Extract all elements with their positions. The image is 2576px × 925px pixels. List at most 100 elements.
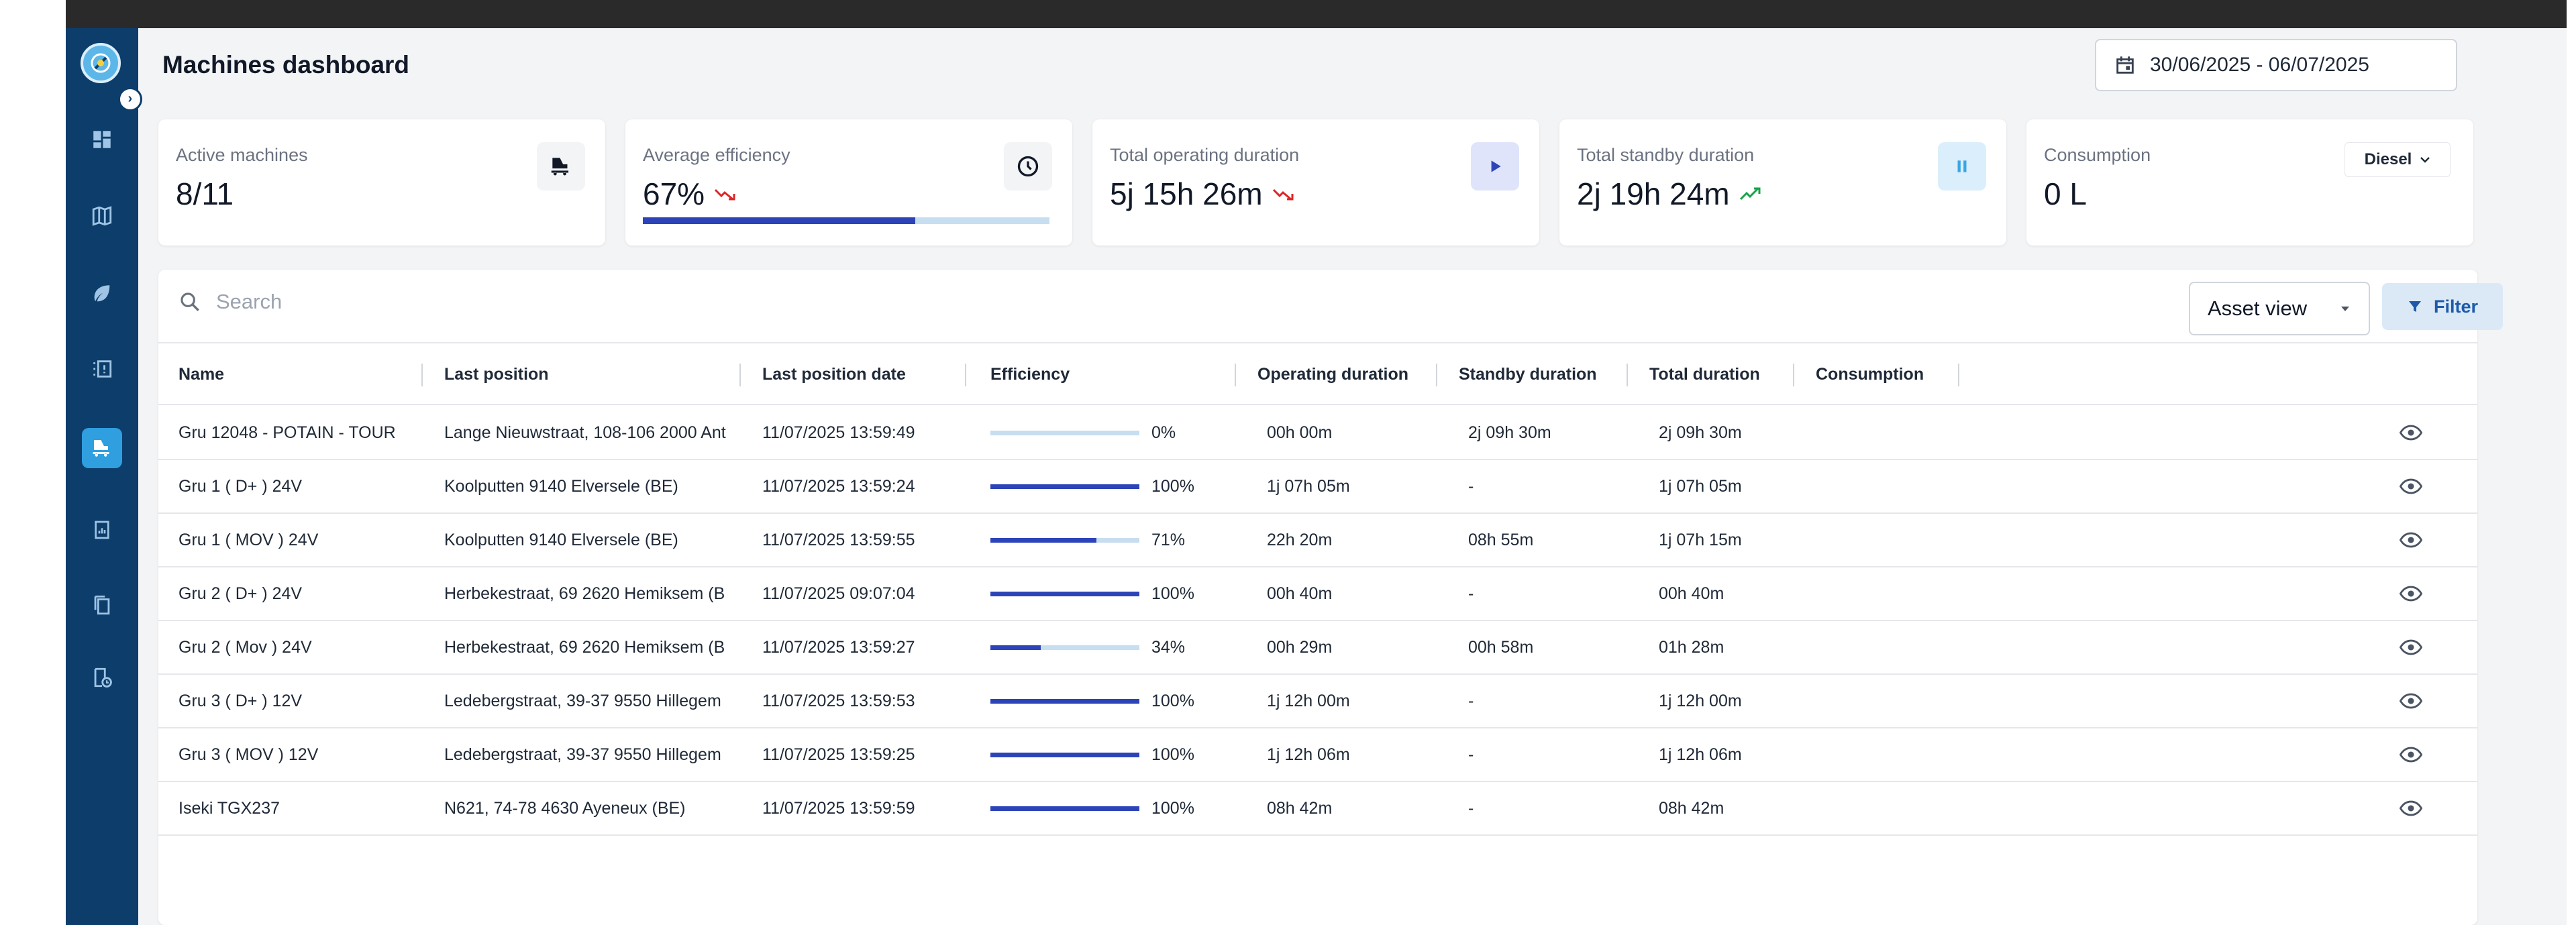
alerts-list-icon [93,360,112,378]
table-row[interactable]: Gru 1 ( MOV ) 24V Koolputten 9140 Elverse… [158,514,2477,567]
cell-operating-duration: 1j 12h 00m [1267,692,1350,710]
view-details-eye-icon[interactable] [2400,424,2422,441]
cell-last-position-date: 11/07/2025 09:07:04 [762,584,915,603]
column-header-last-position-date[interactable]: Last position date [762,343,906,405]
view-details-eye-icon[interactable] [2400,585,2422,602]
column-header-operating-duration[interactable]: Operating duration [1257,343,1408,405]
cell-standby-duration: - [1468,584,1474,603]
cell-last-position-date: 11/07/2025 13:59:55 [762,531,915,549]
cell-name: Gru 2 ( Mov ) 24V [178,638,312,657]
sidebar-item-dashboard[interactable] [82,119,122,160]
cell-standby-duration: - [1468,745,1474,764]
view-details-eye-icon[interactable] [2400,692,2422,710]
kpi-value-row: 0 L [2044,176,2087,212]
cell-name: Gru 1 ( MOV ) 24V [178,531,319,549]
efficiency-bar [990,645,1139,650]
column-header-consumption[interactable]: Consumption [1816,343,1924,405]
sidebar-item-eco[interactable] [82,274,122,314]
column-divider [1436,364,1437,386]
cell-operating-duration: 00h 00m [1267,423,1333,442]
cell-last-position: Herbekestraat, 69 2620 Hemiksem (BI [444,638,726,657]
filter-button[interactable]: Filter [2382,283,2503,330]
column-header-standby-duration[interactable]: Standby duration [1459,343,1597,405]
view-details-eye-icon[interactable] [2400,639,2422,656]
app-logo[interactable] [81,43,121,83]
documents-icon [94,595,110,615]
leaf-icon [94,285,110,302]
cell-efficiency: 100% [1151,477,1194,496]
column-divider [1958,364,1959,386]
filter-label: Filter [2433,296,2478,317]
table-row[interactable]: Gru 3 ( MOV ) 12V Ledebergstraat, 39-37 9… [158,728,2477,782]
date-range-value: 30/06/2025 - 06/07/2025 [2150,54,2369,76]
history-icon [94,667,112,688]
kpi-average-efficiency: Average efficiency 67% [625,119,1072,246]
cell-last-position: Lange Nieuwstraat, 108-106 2000 Ant [444,423,726,442]
cell-name: Gru 12048 - POTAIN - TOUR [178,423,396,442]
view-select[interactable]: Asset view [2189,282,2370,335]
view-details-eye-icon[interactable] [2400,800,2422,817]
date-range-picker[interactable]: 30/06/2025 - 06/07/2025 [2095,39,2457,91]
cell-efficiency: 100% [1151,745,1194,764]
column-header-efficiency[interactable]: Efficiency [990,343,1070,405]
table-row[interactable]: Gru 2 ( Mov ) 24V Herbekestraat, 69 2620 … [158,621,2477,675]
machine-icon [537,142,585,191]
cell-last-position: Ledebergstraat, 39-37 9550 Hillegem ( [444,745,726,764]
cell-standby-duration: 00h 58m [1468,638,1534,657]
cell-efficiency: 71% [1151,531,1186,549]
table-row[interactable]: Gru 1 ( D+ ) 24V Koolputten 9140 Elversel… [158,460,2477,514]
efficiency-bar [990,592,1139,596]
cell-last-position-date: 11/07/2025 13:59:53 [762,692,915,710]
table-row[interactable]: Gru 12048 - POTAIN - TOUR Lange Nieuwstra… [158,406,2477,460]
kpi-value-row: 67% [643,176,735,212]
kpi-operating-duration: Total operating duration 5j 15h 26m [1092,119,1539,246]
table-row[interactable]: Iseki TGX237 N621, 74-78 4630 Ayeneux (BE… [158,782,2477,836]
column-divider [421,364,423,386]
cell-total-duration: 00h 40m [1659,584,1724,603]
sidebar: › [66,28,142,925]
sidebar-item-machines[interactable] [82,428,122,468]
efficiency-progress-fill [643,217,916,224]
fuel-type-select[interactable]: Diesel [2345,142,2451,177]
cell-standby-duration: - [1468,692,1474,710]
sidebar-item-reports[interactable] [82,510,122,550]
column-header-last-position[interactable]: Last position [444,343,549,405]
efficiency-bar [990,538,1139,543]
search-placeholder: Search [216,290,282,313]
kpi-value-row: 8/11 [176,176,234,212]
machines-table-panel: Search Asset view Filter Name Last posit… [158,270,2503,925]
efficiency-bar-fill [990,645,1041,650]
cell-total-duration: 01h 28m [1659,638,1724,657]
cell-total-duration: 08h 42m [1659,799,1724,818]
filter-icon [2408,301,2421,312]
calendar-icon [2116,56,2134,74]
cell-name: Gru 3 ( D+ ) 12V [178,692,303,710]
cell-name: Gru 1 ( D+ ) 24V [178,477,303,496]
cell-total-duration: 1j 07h 15m [1659,531,1742,549]
cell-total-duration: 2j 09h 30m [1659,423,1742,442]
fuel-type-value: Diesel [2364,150,2412,168]
report-icon [95,521,109,539]
view-details-eye-icon[interactable] [2400,531,2422,549]
view-details-eye-icon[interactable] [2400,478,2422,495]
column-divider [1235,364,1236,386]
sidebar-expand-button[interactable]: › [118,87,142,111]
kpi-label: Total operating duration [1110,145,1300,165]
column-header-name[interactable]: Name [178,343,224,405]
kpi-label: Active machines [176,145,308,165]
efficiency-bar-fill [990,753,1139,757]
table-row[interactable]: Gru 3 ( D+ ) 12V Ledebergstraat, 39-37 95… [158,675,2477,728]
search-input[interactable]: Search [178,290,282,314]
dashboard-icon [93,131,111,148]
column-divider [1627,364,1628,386]
view-details-eye-icon[interactable] [2400,746,2422,763]
sidebar-item-map[interactable] [82,196,122,236]
kpi-value: 67% [643,176,705,211]
sidebar-item-documents[interactable] [82,585,122,625]
sidebar-item-alerts[interactable] [82,349,122,389]
sidebar-item-history[interactable] [82,657,122,698]
trend-up-icon [1739,187,1761,201]
column-header-total-duration[interactable]: Total duration [1649,343,1760,405]
table-row[interactable]: Gru 2 ( D+ ) 24V Herbekestraat, 69 2620 H… [158,567,2477,621]
kpi-label: Consumption [2044,145,2151,165]
